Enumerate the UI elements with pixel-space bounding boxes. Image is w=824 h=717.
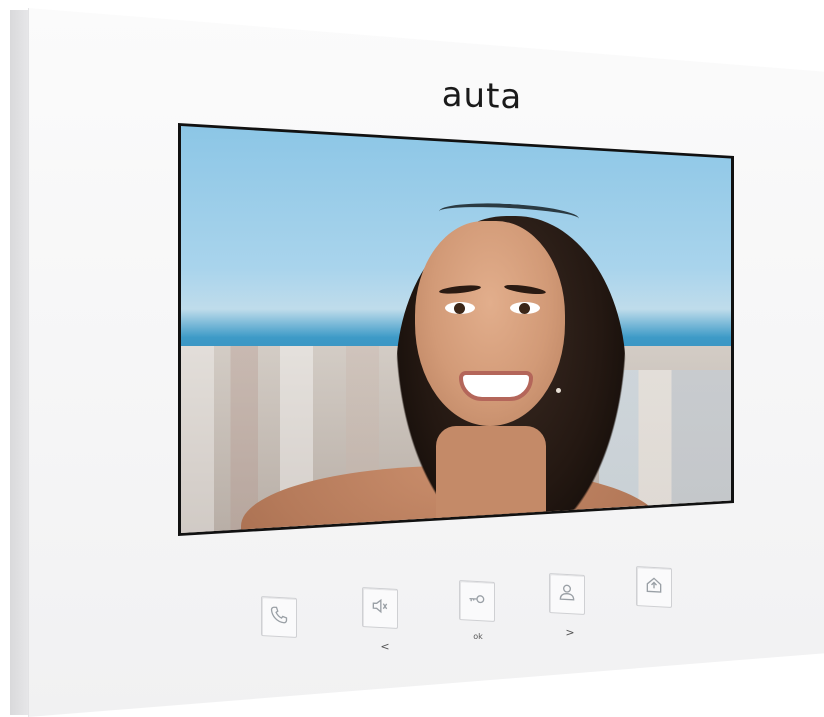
intercom-monitor: auta < ok > (0, 0, 824, 717)
right-eye (510, 302, 540, 314)
monitor-button[interactable] (549, 573, 585, 615)
key-icon (467, 588, 487, 613)
home-button[interactable] (636, 566, 672, 608)
video-feed (181, 126, 731, 533)
speaker-icon (370, 595, 390, 620)
phone-icon (269, 604, 289, 629)
brand-logo: auta (441, 74, 523, 118)
call-button[interactable] (261, 596, 297, 638)
left-arrow-caption: < (380, 640, 390, 653)
video-screen (178, 123, 734, 536)
unlock-button[interactable] (459, 580, 495, 622)
earring (556, 388, 561, 393)
sunglasses (438, 200, 580, 230)
speaker-button[interactable] (362, 587, 398, 629)
ok-caption: ok (473, 632, 483, 641)
right-arrow-caption: > (565, 626, 575, 639)
smile (459, 371, 533, 401)
user-icon (557, 581, 577, 606)
home-icon (644, 574, 664, 599)
left-eye (445, 302, 475, 314)
